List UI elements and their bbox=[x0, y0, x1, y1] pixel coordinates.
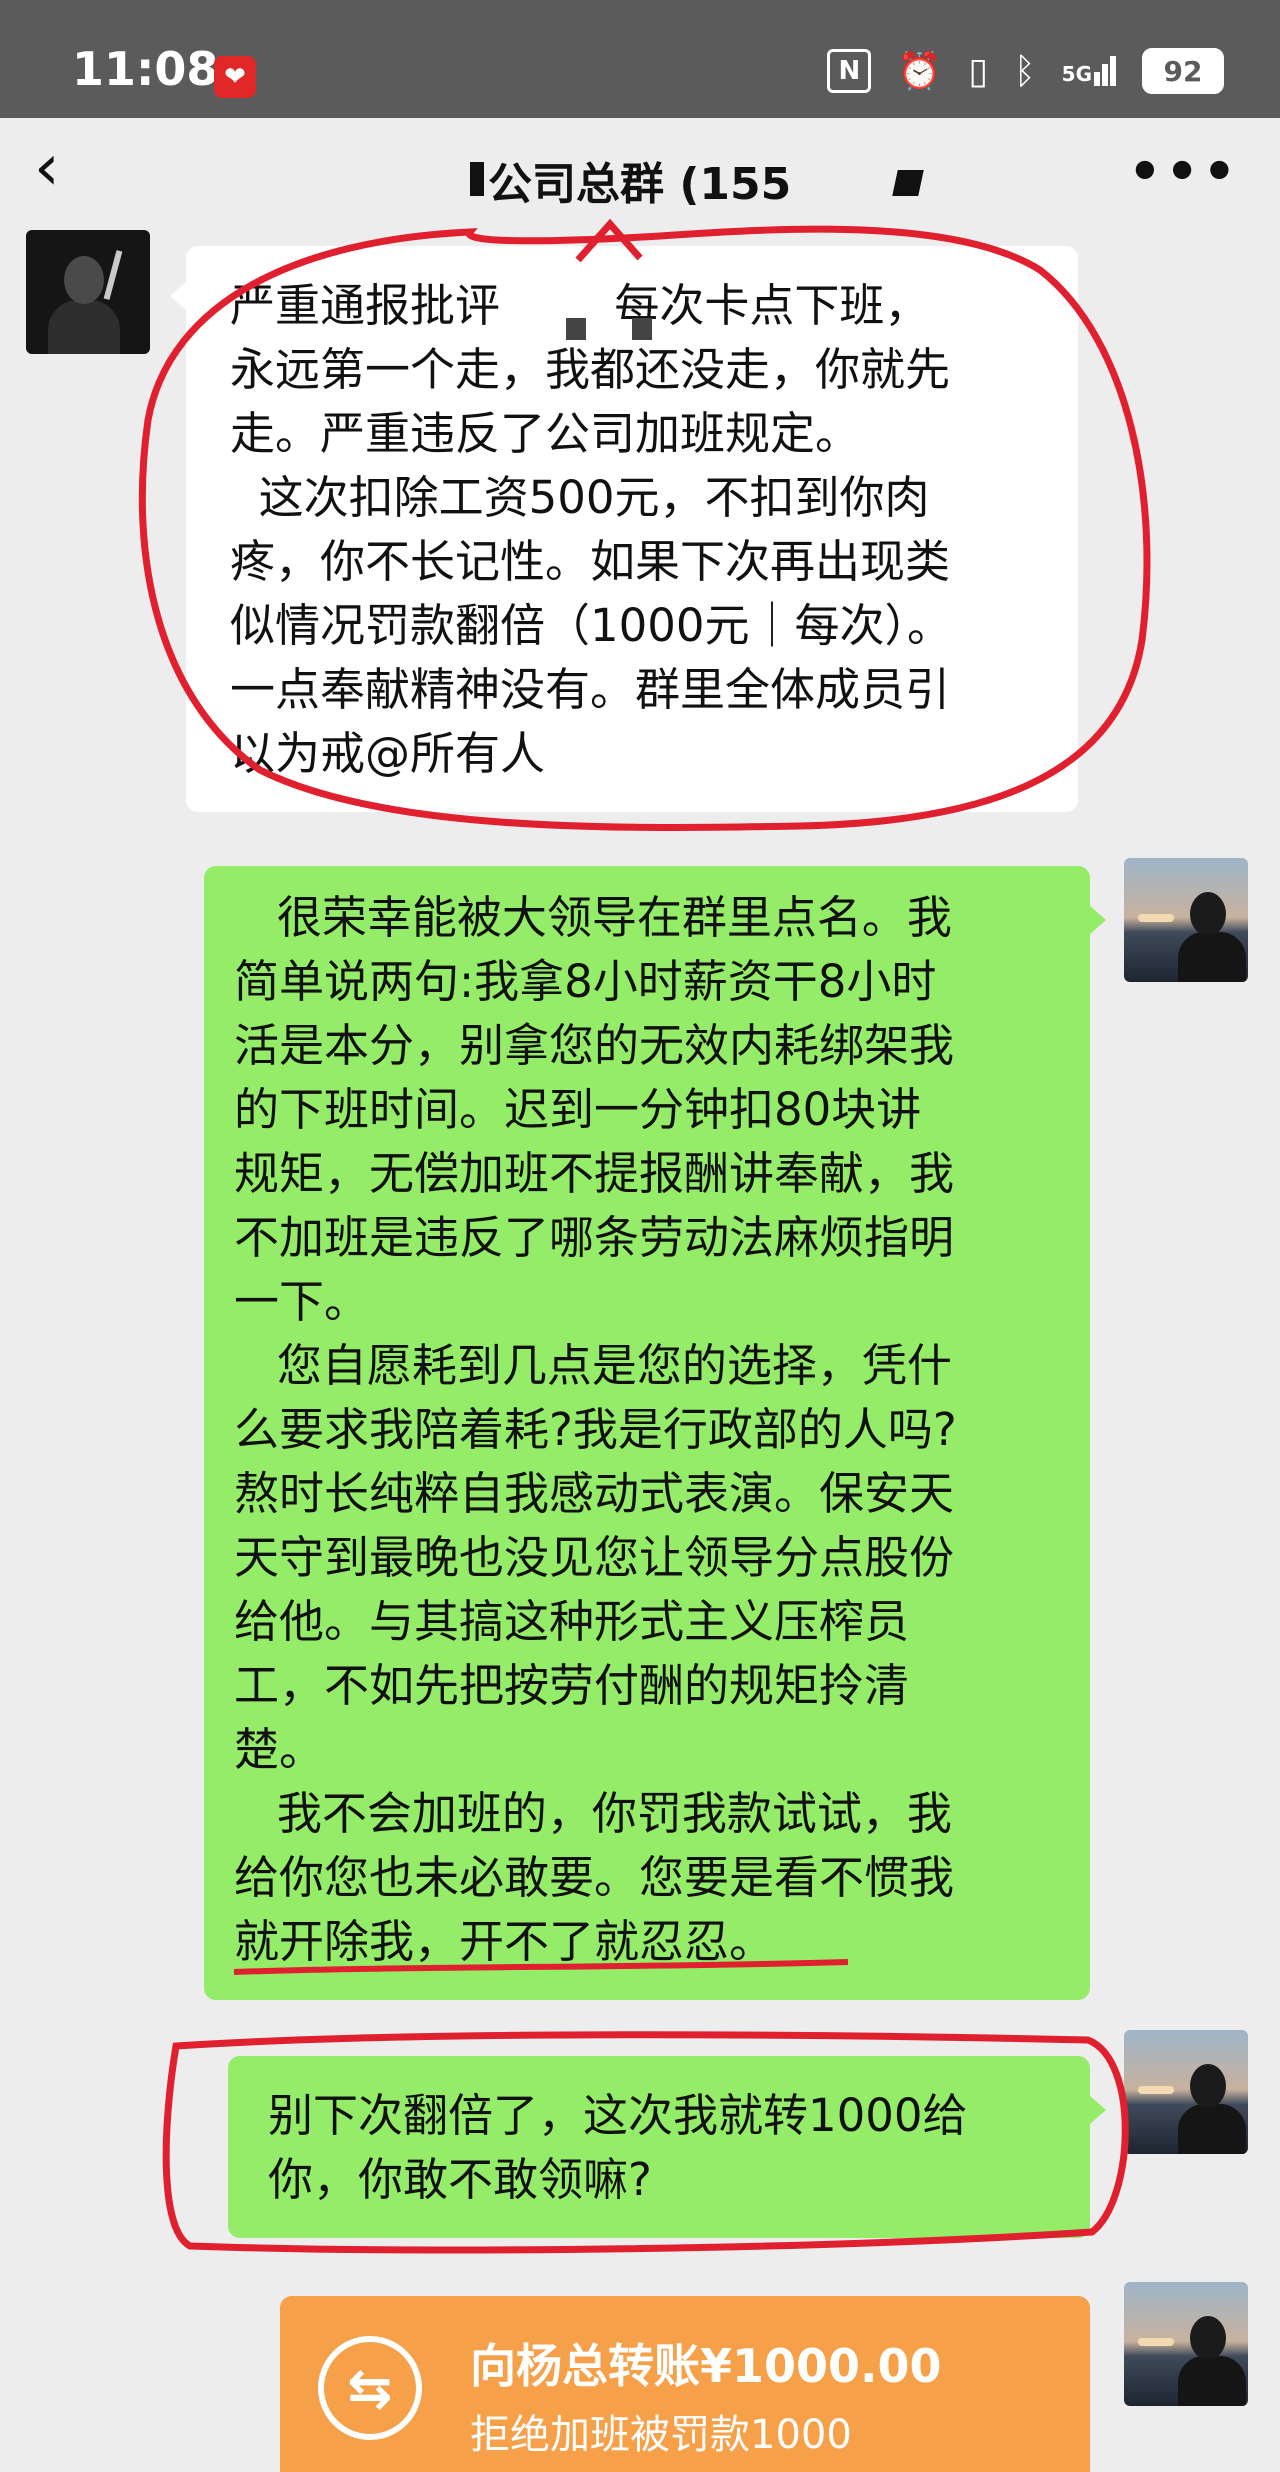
transfer-card[interactable]: ⇆ 向杨总转账¥1000.00 拒绝加班被罚款1000 bbox=[280, 2296, 1090, 2472]
chat-header: ‹ 公司总群 (155 ••• bbox=[0, 118, 1280, 228]
status-time: 11:08 bbox=[72, 42, 219, 96]
message-bubble-reply-2[interactable]: 别下次翻倍了，这次我就转1000给 你，你敢不敢领嘛? bbox=[228, 2056, 1106, 2238]
alarm-icon: ⏰ bbox=[897, 51, 943, 92]
redaction-mark bbox=[566, 318, 586, 340]
network-type-label: 5G bbox=[1061, 62, 1092, 86]
nfc-icon: N bbox=[827, 49, 872, 93]
sender-avatar[interactable] bbox=[26, 230, 150, 354]
more-options-icon[interactable]: ••• bbox=[1128, 142, 1240, 202]
redaction-mark bbox=[892, 170, 924, 196]
redaction-mark bbox=[470, 162, 484, 196]
status-bar: 11:08 ❤ N ⏰ ▯ ᛒ 5G 92 bbox=[0, 0, 1280, 118]
redaction-mark bbox=[632, 318, 652, 340]
transfer-amount: 向杨总转账¥1000.00 bbox=[470, 2339, 942, 2393]
battery-indicator: 92 bbox=[1142, 48, 1224, 94]
status-icons: N ⏰ ▯ ᛒ 5G 92 bbox=[827, 48, 1224, 94]
bluetooth-icon: ᛒ bbox=[1014, 50, 1036, 92]
my-avatar[interactable] bbox=[1124, 2282, 1248, 2406]
chat-title: 公司总群 (155 bbox=[488, 159, 792, 210]
my-avatar[interactable] bbox=[1124, 2030, 1248, 2154]
signal-icon: 5G bbox=[1062, 56, 1116, 86]
vibrate-icon: ▯ bbox=[968, 50, 989, 92]
app-notification-icon: ❤ bbox=[214, 56, 256, 98]
back-icon[interactable]: ‹ bbox=[34, 136, 60, 200]
transfer-icon: ⇆ bbox=[318, 2336, 422, 2440]
message-bubble-reply[interactable]: 很荣幸能被大领导在群里点名。我 简单说两句:我拿8小时薪资干8小时 活是本分，别… bbox=[204, 866, 1106, 2000]
my-avatar[interactable] bbox=[1124, 858, 1248, 982]
transfer-note: 拒绝加班被罚款1000 bbox=[470, 2412, 852, 2458]
